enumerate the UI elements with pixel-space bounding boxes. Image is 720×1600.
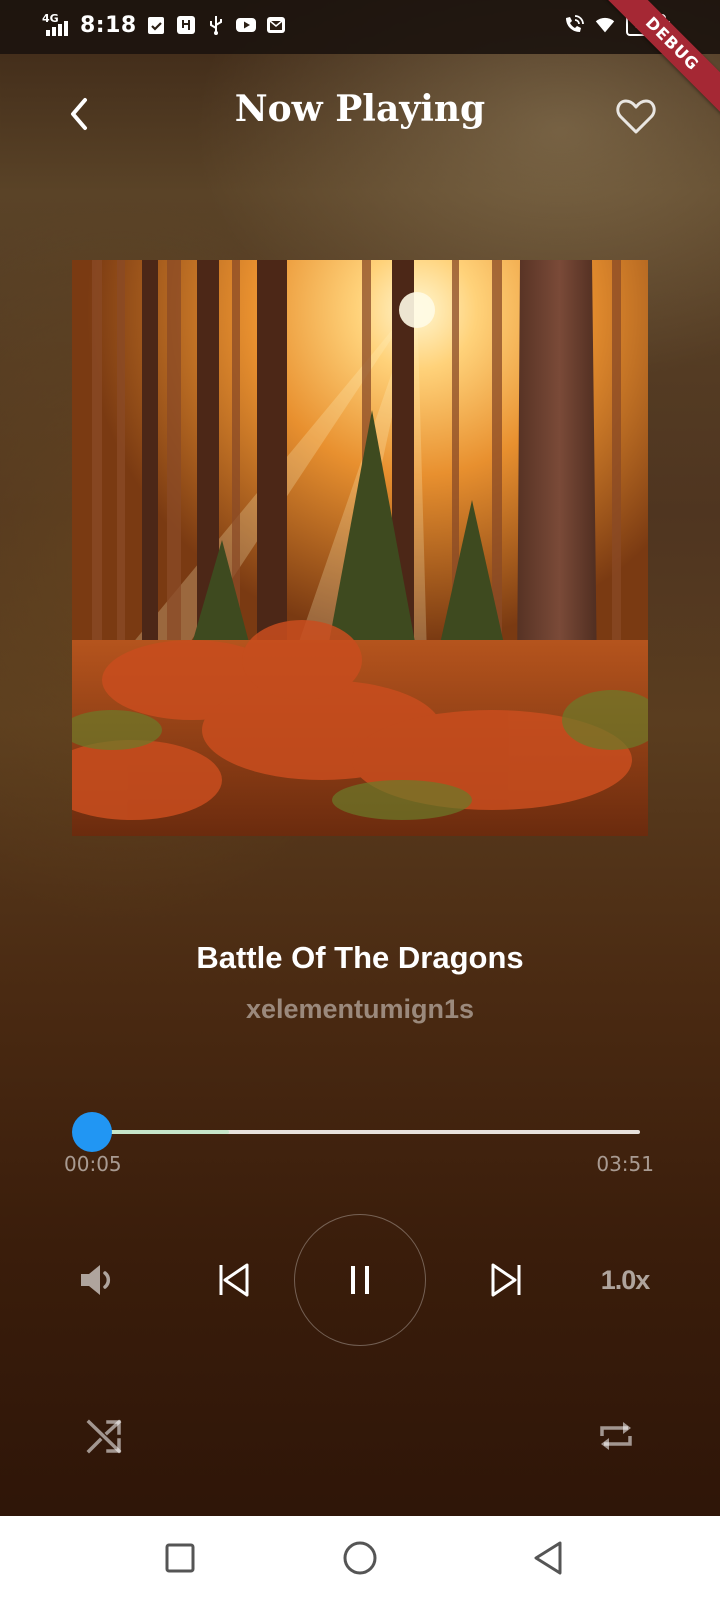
shuffle-icon: [86, 1419, 122, 1454]
system-nav-bar: [0, 1516, 720, 1600]
volume-button[interactable]: [74, 1256, 122, 1304]
youtube-icon: [235, 18, 256, 32]
playback-speed-button[interactable]: 1.0x: [590, 1260, 660, 1300]
repeat-button[interactable]: [594, 1414, 638, 1458]
next-button[interactable]: [482, 1256, 530, 1304]
shuffle-button[interactable]: [82, 1414, 126, 1458]
seek-bar[interactable]: [72, 1112, 640, 1152]
current-time: 00:05: [64, 1152, 122, 1176]
forest-artwork: [72, 260, 648, 836]
heart-outline-icon: [616, 99, 656, 134]
skip-previous-icon: [219, 1263, 249, 1297]
home-button[interactable]: [338, 1536, 382, 1580]
page-title: Now Playing: [234, 88, 486, 130]
previous-button[interactable]: [210, 1256, 258, 1304]
seek-buffered: [92, 1130, 229, 1134]
recents-square-icon: [165, 1543, 195, 1573]
status-bar-left: 4G 8:18: [42, 12, 287, 38]
back-triangle-icon: [534, 1541, 562, 1575]
repeat-icon: [600, 1422, 632, 1450]
signal-icon: 4G: [42, 12, 72, 38]
usb-icon: [209, 16, 222, 35]
skip-next-icon: [491, 1263, 521, 1297]
wifi-calling-icon: [566, 15, 584, 32]
home-circle-icon: [343, 1541, 377, 1575]
total-time: 03:51: [596, 1152, 654, 1176]
system-back-button[interactable]: [526, 1536, 570, 1580]
wifi-icon: [595, 17, 615, 33]
album-art-image: [72, 260, 648, 836]
song-artist: xelementumign1s: [245, 994, 475, 1024]
favorite-button[interactable]: [614, 94, 658, 138]
song-title: Battle Of The Dragons: [196, 940, 524, 975]
status-bar: 4G 8:18 100: [0, 0, 720, 54]
usb-debug-icon: [176, 16, 195, 34]
pause-icon: [351, 1266, 369, 1294]
clipboard-check-icon: [147, 17, 164, 34]
recents-button[interactable]: [158, 1536, 202, 1580]
status-time: 8:18: [80, 12, 137, 38]
volume-icon: [81, 1265, 111, 1295]
seek-thumb[interactable]: [72, 1112, 112, 1152]
pause-button[interactable]: [294, 1214, 426, 1346]
mail-icon: [266, 17, 285, 33]
